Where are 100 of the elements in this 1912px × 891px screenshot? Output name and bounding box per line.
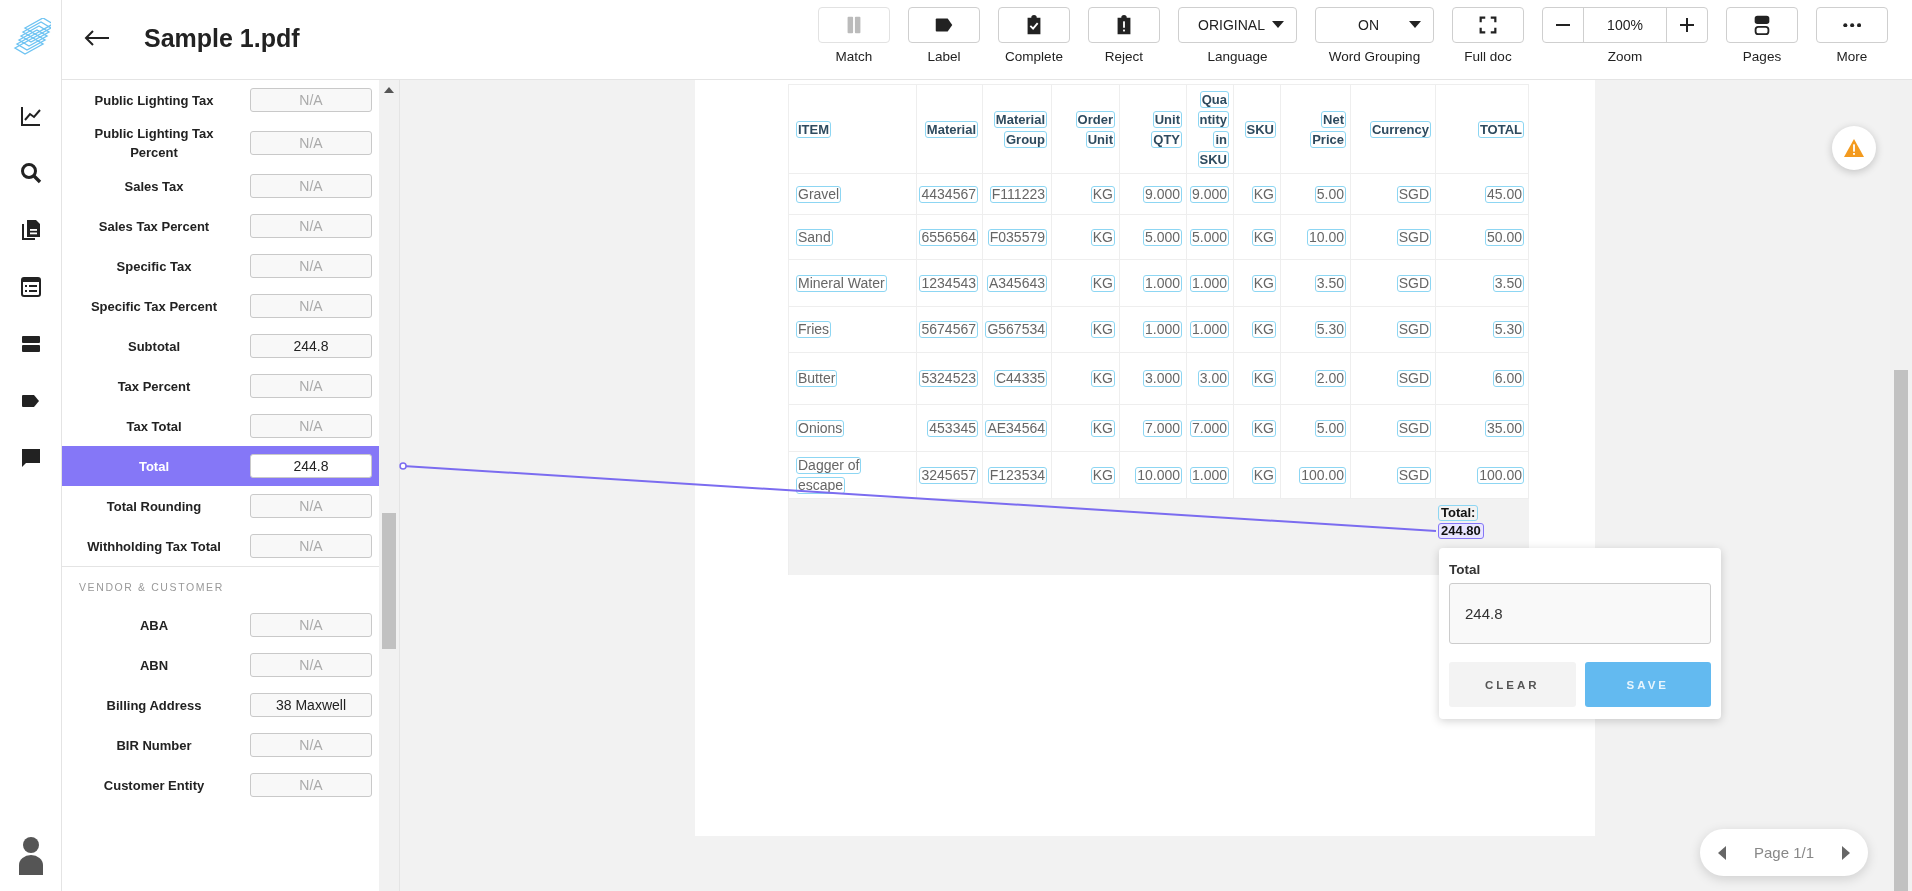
- table-cell-text: 100.00: [1477, 466, 1524, 484]
- field-label: Subtotal: [127, 337, 181, 356]
- header-word: SKU: [1197, 150, 1229, 168]
- input-field[interactable]: 38 Maxwell: [250, 693, 372, 717]
- chart-line-icon[interactable]: [18, 104, 43, 128]
- back-arrow-icon[interactable]: [84, 30, 110, 46]
- toolbar-button[interactable]: [908, 7, 980, 43]
- form-row[interactable]: Withholding Tax Total N/A: [62, 526, 380, 566]
- caret-icon: [1409, 21, 1421, 29]
- table-cell-text: 3.50: [1314, 274, 1346, 292]
- input-field[interactable]: 244.8: [250, 454, 372, 478]
- warning-icon: [1843, 138, 1865, 158]
- table-cell-text: 2.00: [1314, 370, 1346, 387]
- form-row[interactable]: Public Lighting Tax Percent N/A: [62, 120, 380, 166]
- form-row[interactable]: Specific Tax N/A: [62, 246, 380, 286]
- table-cell-text: 45.00: [1484, 185, 1524, 203]
- table-cell-text: F111223: [989, 185, 1047, 203]
- form-row[interactable]: BIR Number N/A: [62, 725, 380, 765]
- table-cell-text: 100.00: [1299, 466, 1346, 484]
- form-row[interactable]: Total Rounding N/A: [62, 486, 380, 526]
- form-row[interactable]: Public Lighting Tax N/A: [62, 80, 380, 120]
- form-row[interactable]: Total 244.8: [62, 446, 380, 486]
- table-cell-text: SGD: [1396, 228, 1431, 246]
- form-row[interactable]: Tax Percent N/A: [62, 366, 380, 406]
- header-word: Net: [1321, 110, 1346, 128]
- scrollbar-thumb[interactable]: [382, 513, 397, 649]
- scroll-up-icon[interactable]: [384, 87, 395, 93]
- clear-button[interactable]: CLEAR: [1449, 662, 1576, 707]
- field-label: Billing Address: [105, 696, 203, 715]
- form-row[interactable]: Billing Address 38 Maxwell: [62, 685, 380, 725]
- form-row[interactable]: Tax Total N/A: [62, 406, 380, 446]
- input-field[interactable]: N/A: [250, 414, 372, 438]
- input-field[interactable]: N/A: [250, 653, 372, 677]
- table-cell-text: 1.000: [1189, 466, 1229, 484]
- input-field[interactable]: N/A: [250, 374, 372, 398]
- table-cell-text: KG: [1251, 419, 1276, 437]
- form-row[interactable]: Sales Tax N/A: [62, 166, 380, 206]
- toolbar-label: Match: [835, 49, 873, 64]
- input-field[interactable]: N/A: [250, 733, 372, 757]
- table-cell-text: 5674567: [919, 321, 978, 338]
- form-row[interactable]: ABA N/A: [62, 605, 380, 645]
- form-row[interactable]: Sales Tax Percent N/A: [62, 206, 380, 246]
- toolbar-button[interactable]: [1088, 7, 1160, 43]
- input-field[interactable]: N/A: [250, 131, 372, 155]
- header-word: Unit: [1152, 110, 1182, 128]
- header-word: in: [1213, 130, 1229, 148]
- total-value[interactable]: 244.80: [1438, 523, 1484, 539]
- next-page-button[interactable]: [1842, 845, 1850, 860]
- scrollbar-thumb[interactable]: [1894, 370, 1908, 891]
- toolbar-button[interactable]: [1726, 7, 1798, 43]
- form-row[interactable]: ABN N/A: [62, 645, 380, 685]
- table-cell-text: 35.00: [1484, 419, 1524, 437]
- dropdown[interactable]: ORIGINAL: [1178, 7, 1297, 43]
- toolbar-button[interactable]: [1452, 7, 1524, 43]
- field-label: Specific Tax Percent: [89, 297, 219, 316]
- table-cell-text: 3.50: [1492, 274, 1524, 292]
- input-field[interactable]: N/A: [250, 254, 372, 278]
- table-cell-text: 1.000: [1189, 274, 1229, 292]
- field-label: Tax Percent: [116, 377, 192, 396]
- toolbar-label: Label: [927, 49, 961, 64]
- header-word: Order: [1075, 110, 1115, 128]
- form-row[interactable]: Customer Entity N/A: [62, 765, 380, 805]
- input-field[interactable]: N/A: [250, 613, 372, 637]
- header-word: TOTAL: [1477, 120, 1524, 138]
- toolbar-button[interactable]: [998, 7, 1070, 43]
- table-cell-text: 9.000: [1189, 185, 1229, 203]
- input-field[interactable]: N/A: [250, 534, 372, 558]
- field-label: ABA: [138, 616, 170, 635]
- toolbar-label: Full doc: [1464, 49, 1512, 64]
- zoom-value: 100%: [1583, 8, 1667, 42]
- table-cell-text: KG: [1090, 370, 1115, 387]
- input-field[interactable]: 244.8: [1449, 583, 1711, 644]
- field-label: Total Rounding: [105, 497, 203, 516]
- form-row[interactable]: Subtotal 244.8: [62, 326, 380, 366]
- input-field[interactable]: N/A: [250, 214, 372, 238]
- field-label: Total: [1449, 562, 1482, 577]
- table-cell-text: 1.000: [1142, 274, 1182, 292]
- input-field[interactable]: N/A: [250, 174, 372, 198]
- previous-page-button[interactable]: [1718, 845, 1726, 860]
- table-cell-text: 5.000: [1142, 228, 1182, 246]
- search-icon[interactable]: [18, 161, 43, 185]
- field-label: BIR Number: [115, 736, 193, 755]
- section-title: VENDOR & CUSTOMER: [78, 580, 225, 595]
- table-cell-text: KG: [1090, 274, 1115, 292]
- form-row[interactable]: Specific Tax Percent N/A: [62, 286, 380, 326]
- more-icon: [1842, 22, 1862, 28]
- input-field[interactable]: N/A: [250, 773, 372, 797]
- table-cell-text: 6556564: [919, 228, 978, 246]
- input-field[interactable]: N/A: [250, 88, 372, 112]
- input-field[interactable]: N/A: [250, 494, 372, 518]
- header-word: Group: [1004, 130, 1047, 148]
- input-field[interactable]: N/A: [250, 294, 372, 318]
- header-word: Currency: [1369, 120, 1431, 138]
- dropdown[interactable]: ON: [1315, 7, 1434, 43]
- field-label: Customer Entity: [102, 776, 206, 795]
- input-field[interactable]: 244.8: [250, 334, 372, 358]
- table-cell-text: KG: [1251, 185, 1276, 203]
- toolbar-label: Pages: [1742, 49, 1782, 64]
- table-cell-text: SGD: [1396, 419, 1431, 437]
- list-icon[interactable]: [18, 275, 43, 299]
